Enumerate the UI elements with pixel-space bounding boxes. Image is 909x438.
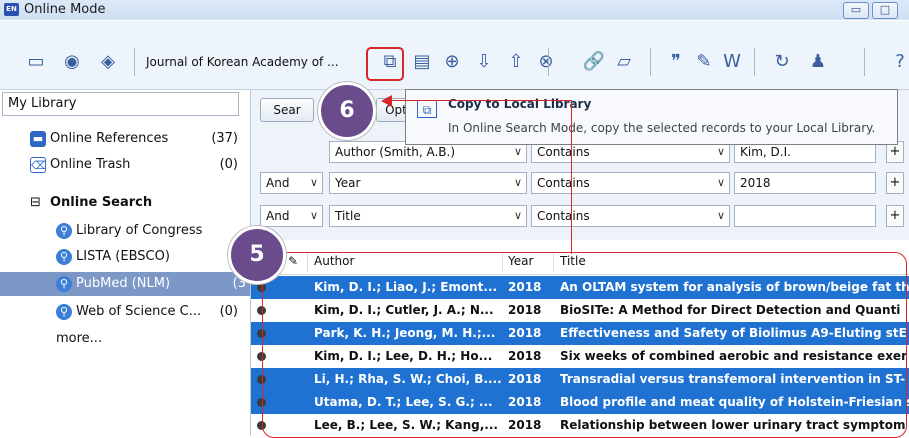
title-bar xyxy=(0,0,909,20)
folder-icon: ▬ xyxy=(30,131,46,147)
library-select-value: Journal of Korean Academy of ... xyxy=(146,55,339,69)
sidebar-online-search-group[interactable]: ⊟ Online Search xyxy=(0,191,250,215)
minimize-button[interactable]: ▭ xyxy=(843,2,869,19)
upload-icon[interactable]: ⇧ xyxy=(504,50,528,74)
sidebar-item-label: Online Trash xyxy=(50,157,131,172)
library-select[interactable]: Journal of Korean Academy of ... xyxy=(146,51,361,73)
operator-select-value: Contains xyxy=(537,145,590,159)
tooltip: ⧉ Copy to Local Library In Online Search… xyxy=(405,89,898,145)
chevron-down-icon: ∨ xyxy=(513,145,522,158)
callout-line-horizontal xyxy=(390,100,572,101)
bool-select-value: And xyxy=(266,209,290,223)
callout-line-vertical xyxy=(571,100,572,254)
operator-select-3[interactable]: Contains ∨ xyxy=(531,205,730,227)
bool-select-2[interactable]: And ∨ xyxy=(260,172,323,194)
search-icon: ⚲ xyxy=(56,304,72,320)
sidebar-item-lista-ebsco[interactable]: ⚲ LISTA (EBSCO) xyxy=(0,245,250,269)
results-highlight-box xyxy=(262,252,907,438)
sidebar-item-label: LISTA (EBSCO) xyxy=(76,249,170,264)
sidebar-item-label: Library of Congress xyxy=(76,223,203,238)
search-icon: ⚲ xyxy=(56,249,72,265)
add-row-button-3[interactable]: + xyxy=(886,205,904,227)
step-badge-5: 5 xyxy=(228,226,286,284)
more-label: more... xyxy=(56,331,103,346)
online-search-icon[interactable]: ⊕ xyxy=(440,50,464,74)
sidebar-item-online-trash[interactable]: ⌫ Online Trash (0) xyxy=(0,153,250,177)
copy-to-local-icon: ⧉ xyxy=(417,100,437,118)
search-button-label: Sear xyxy=(273,103,301,117)
app-icon: EN xyxy=(4,3,19,16)
search-value-input-3[interactable] xyxy=(734,205,876,227)
refresh-icon[interactable]: ↻ xyxy=(770,50,794,74)
online-search-label: Online Search xyxy=(50,195,153,210)
callout-arrow-icon xyxy=(381,95,392,107)
search-icon: ⚲ xyxy=(56,276,72,292)
globe-icon[interactable]: ◉ xyxy=(60,50,84,74)
sidebar-item-count: (0) xyxy=(219,304,238,319)
maximize-button[interactable]: □ xyxy=(872,2,898,19)
chevron-down-icon: ∨ xyxy=(716,145,725,158)
search-button[interactable]: Sear xyxy=(260,98,314,122)
add-row-button-2[interactable]: + xyxy=(886,172,904,194)
add-user-icon[interactable]: ♟ xyxy=(806,50,830,74)
quote-icon[interactable]: ❞ xyxy=(664,50,688,74)
sidebar-item-pubmed[interactable]: ⚲ PubMed (NLM) (3 xyxy=(0,272,250,296)
sidebar-item-count: (0) xyxy=(219,157,238,172)
field-select-value: Title xyxy=(335,209,361,223)
copy-to-local-highlight xyxy=(366,47,404,81)
trash-icon: ⌫ xyxy=(30,157,47,173)
sidebar-item-label: Online References xyxy=(50,131,169,146)
toolbar-separator xyxy=(754,48,755,76)
chevron-down-icon: ∨ xyxy=(309,209,318,222)
toolbar-separator xyxy=(650,48,651,76)
my-library-header[interactable]: My Library xyxy=(2,92,239,116)
search-value: 2018 xyxy=(740,176,771,190)
operator-select-value: Contains xyxy=(537,176,590,190)
sidebar-item-label: PubMed (NLM) xyxy=(76,276,171,291)
bool-select-value: And xyxy=(266,176,290,190)
window-title: Online Mode xyxy=(24,2,106,17)
folder-icon[interactable]: ▭ xyxy=(24,50,48,74)
edit-icon[interactable]: ✎ xyxy=(692,50,716,74)
sidebar-item-online-references[interactable]: ▬ Online References (37) xyxy=(0,127,250,151)
chevron-down-icon: ∨ xyxy=(716,176,725,189)
field-select-2[interactable]: Year ∨ xyxy=(329,172,527,194)
sidebar-more-link[interactable]: more... xyxy=(0,327,250,351)
sidebar-item-library-of-congress[interactable]: ⚲ Library of Congress xyxy=(0,219,250,243)
chevron-down-icon: ∨ xyxy=(716,209,725,222)
add-reference-icon[interactable]: ▤ xyxy=(410,50,434,74)
download-icon[interactable]: ⇩ xyxy=(472,50,496,74)
sidebar-item-web-of-science[interactable]: ⚲ Web of Science C... (0) xyxy=(0,300,250,324)
chevron-down-icon: ∨ xyxy=(513,209,522,222)
find-fulltext-icon[interactable]: ⊗ xyxy=(534,50,558,74)
field-select-value: Author (Smith, A.B.) xyxy=(335,145,456,159)
open-folder-icon[interactable]: ▱ xyxy=(612,50,636,74)
chevron-down-icon: ∨ xyxy=(513,176,522,189)
collapse-toggle-icon[interactable]: ⊟ xyxy=(30,191,41,215)
search-value: Kim, D.I. xyxy=(740,145,791,159)
operator-select-2[interactable]: Contains ∨ xyxy=(531,172,730,194)
field-select-value: Year xyxy=(335,176,361,190)
my-library-label: My Library xyxy=(8,96,77,111)
word-icon[interactable]: W xyxy=(720,50,744,74)
sidebar-item-label: Web of Science C... xyxy=(76,304,202,319)
step-badge-6: 6 xyxy=(318,82,376,140)
field-select-3[interactable]: Title ∨ xyxy=(329,205,527,227)
tooltip-description: In Online Search Mode, copy the selected… xyxy=(448,121,876,135)
operator-select-value: Contains xyxy=(537,209,590,223)
search-icon: ⚲ xyxy=(56,223,72,239)
toolbar-separator xyxy=(864,48,865,76)
link-icon[interactable]: 🔗 xyxy=(582,50,606,74)
bool-select-3[interactable]: And ∨ xyxy=(260,205,323,227)
sidebar-item-count: (37) xyxy=(211,131,238,146)
toolbar-separator xyxy=(134,48,135,76)
chevron-down-icon: ∨ xyxy=(309,176,318,189)
sync-icon[interactable]: ◈ xyxy=(96,50,120,74)
search-value-input-2[interactable]: 2018 xyxy=(734,172,876,194)
toolbar-separator xyxy=(548,48,549,76)
help-icon[interactable]: ? xyxy=(888,50,909,74)
